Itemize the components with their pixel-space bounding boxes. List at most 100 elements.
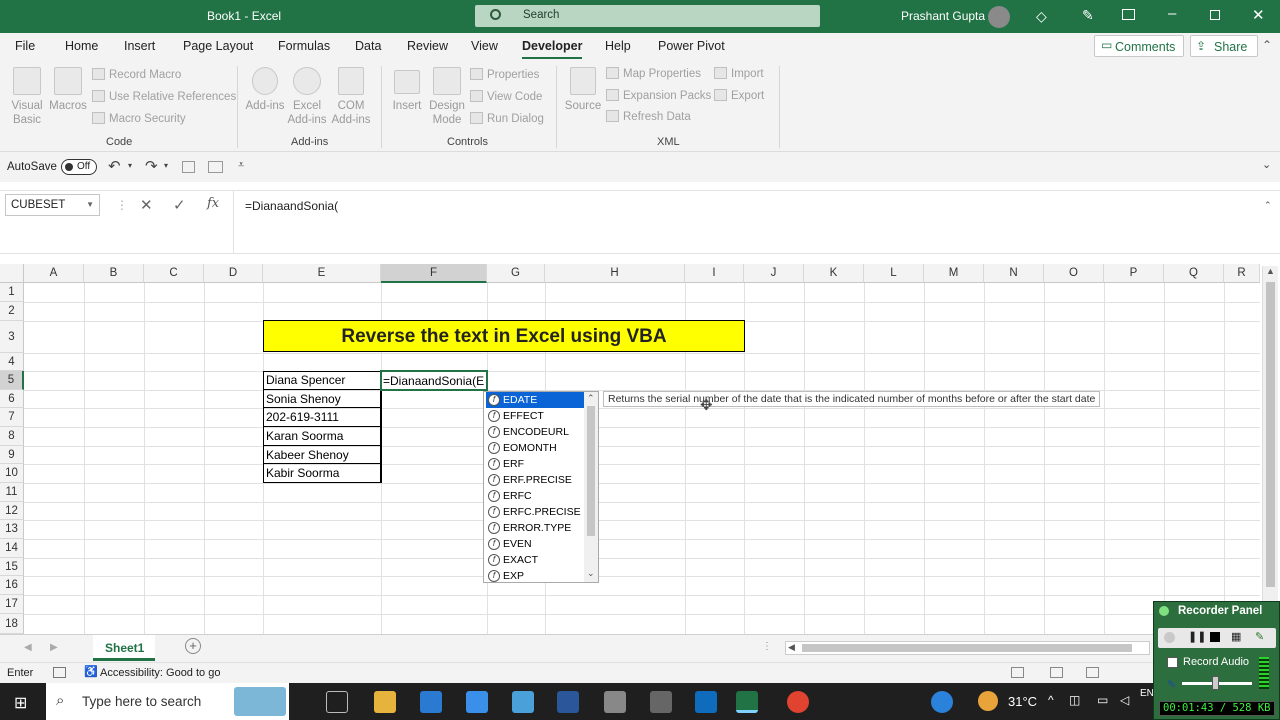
stop-button[interactable] — [1210, 632, 1220, 642]
run-dialog-button[interactable]: Run Dialog — [470, 112, 544, 125]
addins-button[interactable]: Add-ins — [245, 99, 285, 113]
next-sheet-icon[interactable]: ▶ — [50, 642, 58, 653]
email-icon[interactable] — [208, 161, 223, 173]
menu-help[interactable]: Help — [605, 39, 631, 53]
row-header[interactable]: 9 — [0, 446, 24, 464]
column-header[interactable]: G — [487, 264, 545, 283]
menu-insert[interactable]: Insert — [124, 39, 155, 53]
scroll-thumb[interactable] — [802, 644, 1132, 652]
row-header[interactable]: 17 — [0, 595, 24, 614]
slider-handle[interactable] — [1212, 676, 1219, 690]
select-all-button[interactable] — [0, 264, 24, 283]
row-header[interactable]: 10 — [0, 464, 24, 483]
search-box[interactable]: Search — [475, 5, 820, 27]
chevron-up-icon[interactable]: ⌃ — [1262, 38, 1272, 52]
add-sheet-icon[interactable]: + — [185, 638, 201, 654]
record-macro-button[interactable]: Record Macro — [92, 68, 181, 81]
excel-icon[interactable] — [736, 691, 758, 713]
export-button[interactable]: Export — [714, 89, 764, 102]
row-header[interactable]: 14 — [0, 539, 24, 558]
column-header[interactable]: L — [864, 264, 924, 283]
design-mode-button[interactable]: Design Mode — [425, 99, 469, 127]
list-item[interactable]: f ERFC — [486, 488, 584, 504]
network-icon[interactable]: ◫ — [1069, 693, 1080, 707]
column-header[interactable]: F — [381, 264, 487, 283]
row-header[interactable]: 5 — [0, 371, 24, 390]
chevron-down-icon[interactable]: ⌄ — [587, 568, 595, 579]
vertical-scrollbar[interactable]: ▲ — [1262, 266, 1278, 634]
properties-button[interactable]: Properties — [470, 68, 539, 81]
help-icon[interactable] — [931, 691, 953, 713]
prev-sheet-icon[interactable]: ◀ — [24, 642, 32, 653]
undo-icon[interactable]: ↶ — [108, 157, 121, 175]
list-item[interactable]: f ERFC.PRECISE — [486, 504, 584, 520]
column-header[interactable]: P — [1104, 264, 1164, 283]
list-item[interactable]: f ERF.PRECISE — [486, 472, 584, 488]
relative-references-button[interactable]: Use Relative References — [92, 90, 236, 103]
record-button[interactable] — [1164, 632, 1175, 643]
formula-input[interactable]: =DianaandSonia( — [233, 190, 1280, 254]
user-name[interactable]: Prashant Gupta — [901, 9, 985, 23]
list-item[interactable]: f EVEN — [486, 536, 584, 552]
redo-icon[interactable]: ↷ — [145, 157, 158, 175]
column-header[interactable]: N — [984, 264, 1044, 283]
menu-view[interactable]: View — [471, 39, 498, 53]
calculator-icon[interactable] — [650, 691, 672, 713]
maximize-icon[interactable] — [1210, 10, 1220, 20]
ribbon-display-icon[interactable] — [1122, 9, 1135, 20]
function-autocomplete-list[interactable]: f EDATE f EFFECT f ENCODEURL f EOMONTH f ERF … — [483, 391, 599, 583]
table-cell[interactable]: Kabeer Shenoy — [263, 446, 381, 464]
row-header[interactable]: 3 — [0, 321, 24, 353]
chevron-down-icon[interactable]: ⌄ — [1262, 158, 1271, 171]
table-cell[interactable]: Sonia Shenoy — [263, 390, 381, 408]
pen-icon[interactable]: ✎ — [1082, 7, 1094, 24]
chevron-up-icon[interactable]: ⌃ — [587, 393, 595, 404]
import-button[interactable]: Import — [714, 67, 764, 80]
menu-data[interactable]: Data — [355, 39, 381, 53]
macro-record-icon[interactable] — [53, 667, 66, 678]
column-header[interactable]: K — [804, 264, 864, 283]
menu-file[interactable]: File — [15, 39, 35, 53]
share-button[interactable]: ⇪ Share — [1190, 35, 1258, 57]
list-item[interactable]: f EFFECT — [486, 408, 584, 424]
table-cell[interactable]: Kabir Soorma — [263, 464, 381, 483]
chevron-down-icon[interactable]: ▼ — [86, 200, 94, 209]
chevron-up-icon[interactable]: ^ — [1048, 693, 1054, 707]
pause-button[interactable]: ❚❚ — [1188, 630, 1206, 643]
chevron-up-icon[interactable]: ▲ — [1266, 266, 1275, 276]
chevron-left-icon[interactable]: ◀ — [788, 642, 795, 653]
outlook-icon[interactable] — [695, 691, 717, 713]
table-cell[interactable]: 202-619-3111 — [263, 408, 381, 427]
excel-addins-button[interactable]: Excel Add-ins — [285, 99, 329, 127]
list-item[interactable]: f EXACT — [486, 552, 584, 568]
row-header[interactable]: 6 — [0, 390, 24, 408]
active-cell[interactable]: =DianaandSonia(E — [380, 370, 488, 391]
macro-security-button[interactable]: Macro Security — [92, 112, 186, 125]
list-item[interactable]: f ERF — [486, 456, 584, 472]
chevron-up-icon[interactable]: ⌃ — [1264, 200, 1272, 211]
row-header[interactable]: 4 — [0, 353, 24, 371]
print-preview-icon[interactable] — [182, 161, 195, 173]
page-layout-view-icon[interactable] — [1050, 667, 1063, 678]
scroll-thumb[interactable] — [1266, 282, 1275, 587]
list-item[interactable]: f EDATE — [486, 392, 584, 408]
chrome-icon[interactable] — [787, 691, 809, 713]
column-header[interactable]: E — [263, 264, 381, 283]
avatar[interactable] — [988, 6, 1010, 28]
dropbox-icon[interactable] — [466, 691, 488, 713]
row-header[interactable]: 12 — [0, 502, 24, 520]
row-header[interactable]: 16 — [0, 576, 24, 595]
expansion-packs-button[interactable]: Expansion Packs — [606, 89, 711, 102]
view-code-button[interactable]: View Code — [470, 90, 542, 103]
app-icon[interactable] — [512, 691, 534, 713]
source-button[interactable]: Source — [563, 99, 603, 113]
column-header[interactable]: Q — [1164, 264, 1224, 283]
app-icon[interactable] — [604, 691, 626, 713]
row-header[interactable]: 8 — [0, 427, 24, 446]
task-view-icon[interactable] — [326, 691, 348, 713]
volume-slider[interactable] — [1182, 676, 1252, 690]
row-header[interactable]: 15 — [0, 558, 24, 576]
column-header[interactable]: M — [924, 264, 984, 283]
draw-icon[interactable]: ✎ — [1255, 630, 1264, 643]
comments-button[interactable]: ▭ Comments — [1094, 35, 1184, 57]
